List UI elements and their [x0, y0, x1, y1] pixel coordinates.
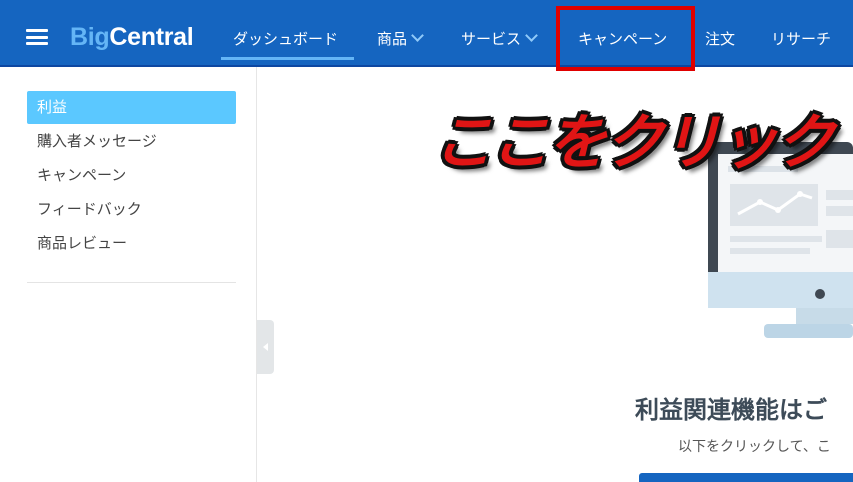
sidebar-item-product-reviews[interactable]: 商品レビュー — [27, 227, 236, 260]
nav-item-research[interactable]: リサーチ — [771, 28, 831, 49]
app-logo[interactable]: BigCentral — [70, 23, 194, 52]
profit-heading: 利益関連機能はご — [635, 396, 827, 424]
nav-item-services[interactable]: サービス — [461, 28, 538, 49]
chevron-down-icon — [525, 29, 538, 42]
sidebar-item-feedback[interactable]: フィードバック — [27, 193, 236, 226]
nav-item-products[interactable]: 商品 — [377, 28, 424, 49]
nav-item-orders[interactable]: 注文 — [705, 28, 735, 49]
sidebar-item-label: 商品レビュー — [37, 234, 128, 252]
profit-subtext: 以下をクリックして、こ — [678, 439, 831, 455]
sidebar-divider — [27, 282, 236, 283]
nav-item-label: リサーチ — [771, 30, 832, 48]
logo-part-central: Central — [109, 23, 194, 51]
collapse-sidebar-button[interactable] — [257, 320, 274, 374]
hamburger-menu-icon[interactable] — [26, 29, 48, 45]
primary-action-button[interactable] — [639, 473, 853, 482]
sidebar-item-label: フィードバック — [37, 200, 142, 218]
sidebar-item-campaign[interactable]: キャンペーン — [27, 159, 236, 192]
sidebar: 利益 購入者メッセージ キャンペーン フィードバック 商品レビュー — [0, 67, 257, 482]
sidebar-item-label: 利益 — [37, 98, 68, 116]
nav-item-label: サービス — [461, 30, 522, 48]
nav-item-label: ダッシュボード — [233, 30, 339, 48]
chevron-down-icon — [411, 29, 424, 42]
sidebar-item-buyer-messages[interactable]: 購入者メッセージ — [27, 125, 236, 158]
nav-item-dashboard[interactable]: ダッシュボード — [233, 28, 338, 49]
active-tab-indicator — [221, 57, 354, 60]
sidebar-item-label: 購入者メッセージ — [37, 132, 157, 150]
nav-item-label: 商品 — [377, 30, 408, 48]
logo-part-big: Big — [70, 23, 110, 51]
sidebar-item-profit[interactable]: 利益 — [27, 91, 236, 124]
campaign-highlight-box — [556, 6, 695, 71]
top-navigation-bar: BigCentral ダッシュボード 商品 サービス キャンペーン 注文 リサー… — [0, 0, 853, 67]
click-here-annotation: ここをクリック — [433, 108, 835, 178]
sidebar-item-label: キャンペーン — [37, 166, 127, 184]
nav-item-label: 注文 — [705, 30, 736, 48]
collapse-sidebar-icon — [263, 343, 268, 351]
